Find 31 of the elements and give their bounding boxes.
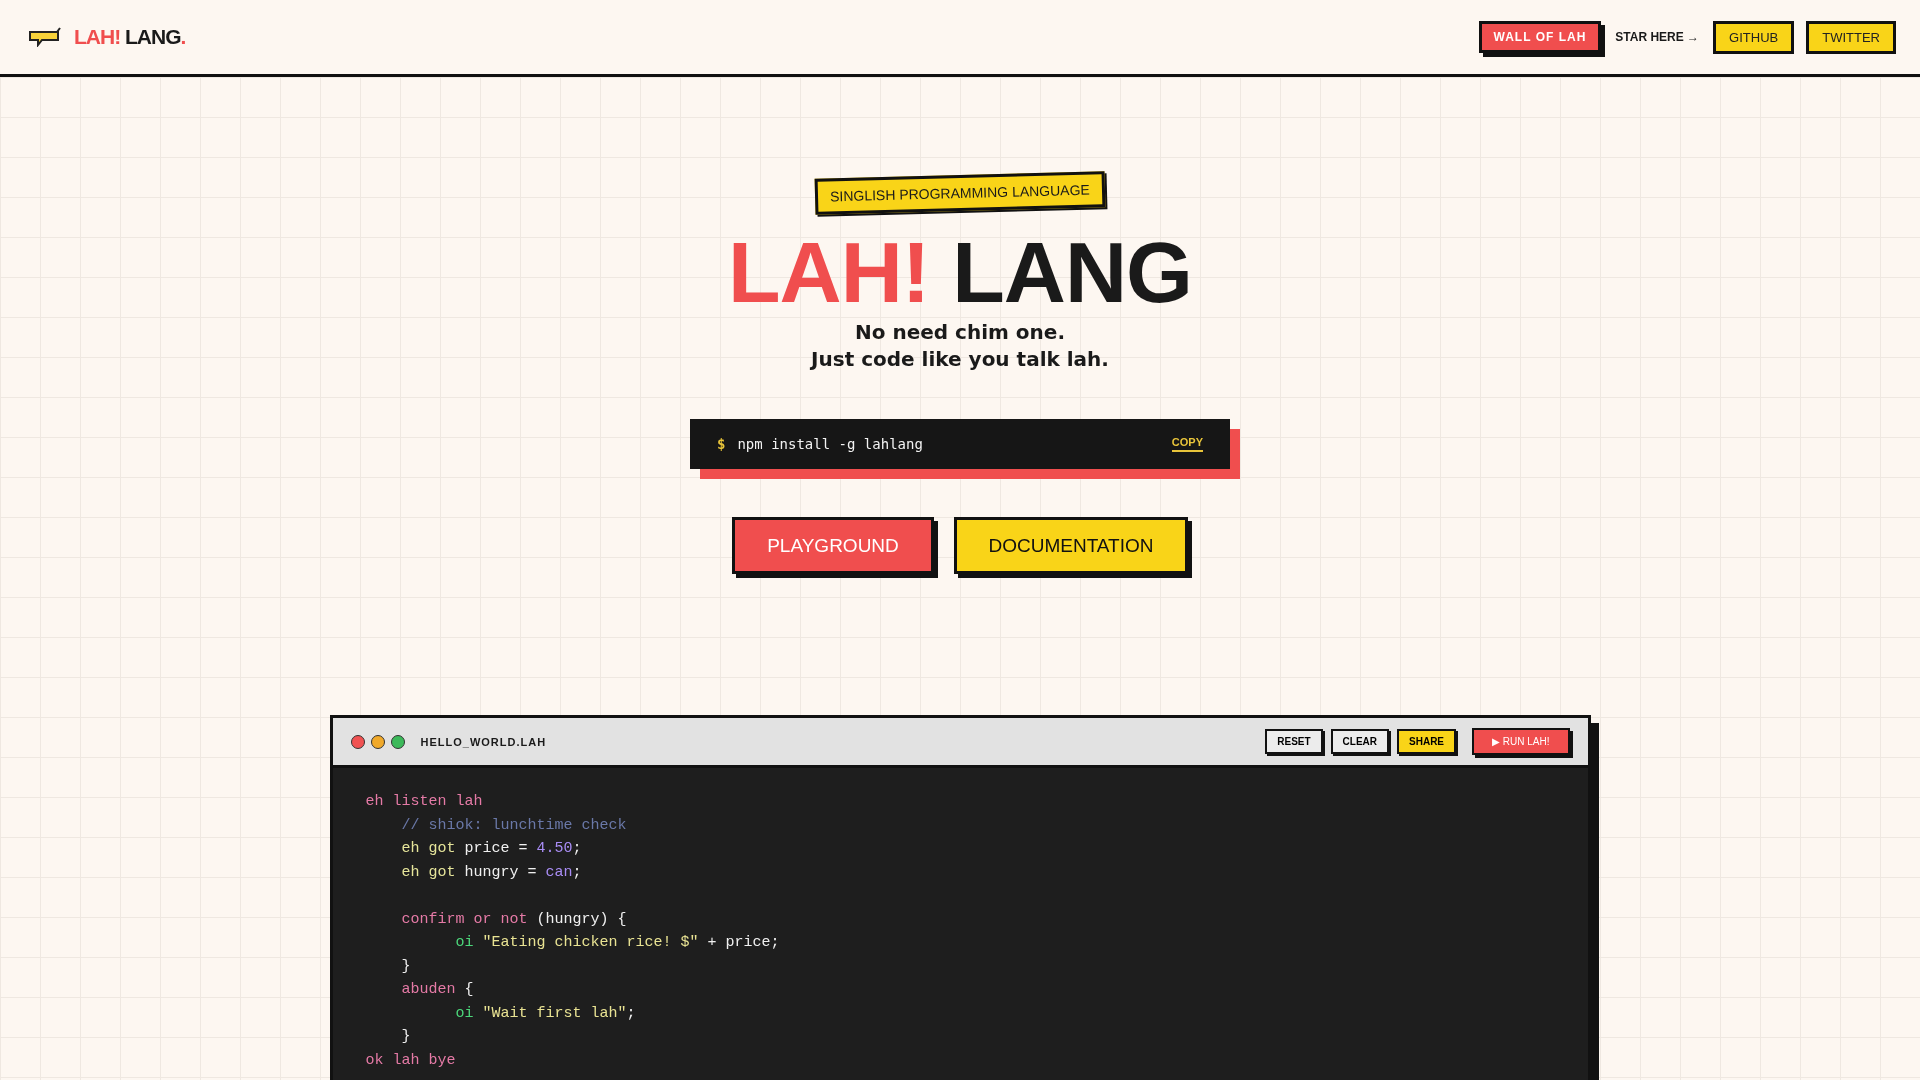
tagline: Just code like you talk lah. [811,346,1109,373]
code-line: oi "Wait first lah"; [454,1004,636,1022]
nav-button[interactable]: GITHUB [1713,20,1795,54]
editor-button[interactable]: RESET [1265,729,1323,754]
speech-bubble-icon [28,27,62,47]
code-line: abuden { [400,981,474,998]
code-line: eh got price = 4.50; [400,840,582,857]
brand-logo[interactable]: LAH! LANG. [74,25,186,49]
code-line: } [400,1028,411,1045]
code-line: } [400,957,411,975]
close-dot-icon [350,734,365,749]
code-line: eh got hungry = can; [400,863,582,881]
code-line: ok lah bye [365,1051,456,1069]
editor-button[interactable]: ▶ RUN LAH! [1472,728,1570,755]
badge: SINGLISH PROGRAMMING LANGUAGE [814,171,1106,215]
code-line: confirm or not (hungry) { [400,910,627,928]
maximize-dot-icon [390,734,405,749]
code-line: oi "Eating chicken rice! $" + price; [454,934,780,951]
prompt-symbol: $ [717,436,726,452]
star-link[interactable]: STAR HERE → [1615,30,1700,44]
hero-title: LAH! LANG [728,227,1192,317]
nav-button[interactable]: TWITTER [1806,20,1896,54]
editor-button[interactable]: CLEAR [1330,729,1390,754]
install-command: npm install -g lahlang [737,436,924,452]
code-line: // shiok: lunchtime check [400,816,627,834]
copy-link[interactable]: COPY [1171,436,1203,452]
tagline: No need chim one. [855,319,1065,346]
editor-button[interactable]: SHARE [1397,729,1457,754]
code-line: eh listen lah [365,793,483,810]
file-name: HELLO_WORLD.LAH [420,735,547,748]
minimize-dot-icon [370,734,385,749]
